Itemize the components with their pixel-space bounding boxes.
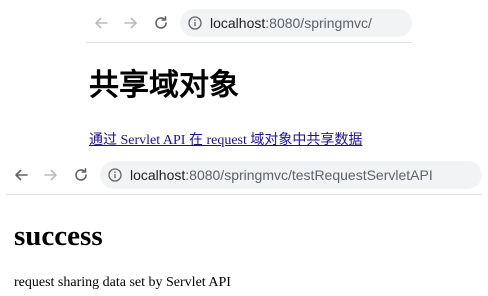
- page-title: 共享域对象: [89, 68, 239, 103]
- arrow-right-icon: [124, 17, 137, 29]
- result-message: request sharing data set by Servlet API: [14, 275, 231, 290]
- browser-toolbar-bottom: localhost:8080/springmvc/testRequestServ…: [6, 156, 482, 195]
- info-icon[interactable]: [106, 166, 124, 184]
- arrow-right-icon: [44, 169, 57, 181]
- back-button[interactable]: [6, 160, 36, 190]
- browser-toolbar-top: localhost:8080/springmvc/: [86, 4, 412, 43]
- arrow-left-icon: [15, 169, 28, 181]
- info-icon[interactable]: [186, 14, 204, 32]
- url-path: :8080/springmvc/: [265, 15, 372, 31]
- reload-button[interactable]: [146, 8, 176, 38]
- forward-button[interactable]: [36, 160, 66, 190]
- success-heading: success: [14, 220, 103, 252]
- address-bar[interactable]: localhost:8080/springmvc/: [180, 9, 412, 37]
- request-scope-link[interactable]: 通过 Servlet API 在 request 域对象中共享数据: [89, 132, 362, 150]
- address-bar[interactable]: localhost:8080/springmvc/testRequestServ…: [100, 161, 482, 189]
- url-path: :8080/springmvc/testRequestServletAPI: [185, 167, 433, 183]
- back-button[interactable]: [86, 8, 116, 38]
- forward-button[interactable]: [116, 8, 146, 38]
- arrow-left-icon: [95, 17, 108, 29]
- reload-button[interactable]: [66, 160, 96, 190]
- url-host: localhost: [130, 167, 186, 183]
- reload-icon: [155, 16, 167, 29]
- url-host: localhost: [210, 15, 266, 31]
- reload-icon: [75, 168, 87, 181]
